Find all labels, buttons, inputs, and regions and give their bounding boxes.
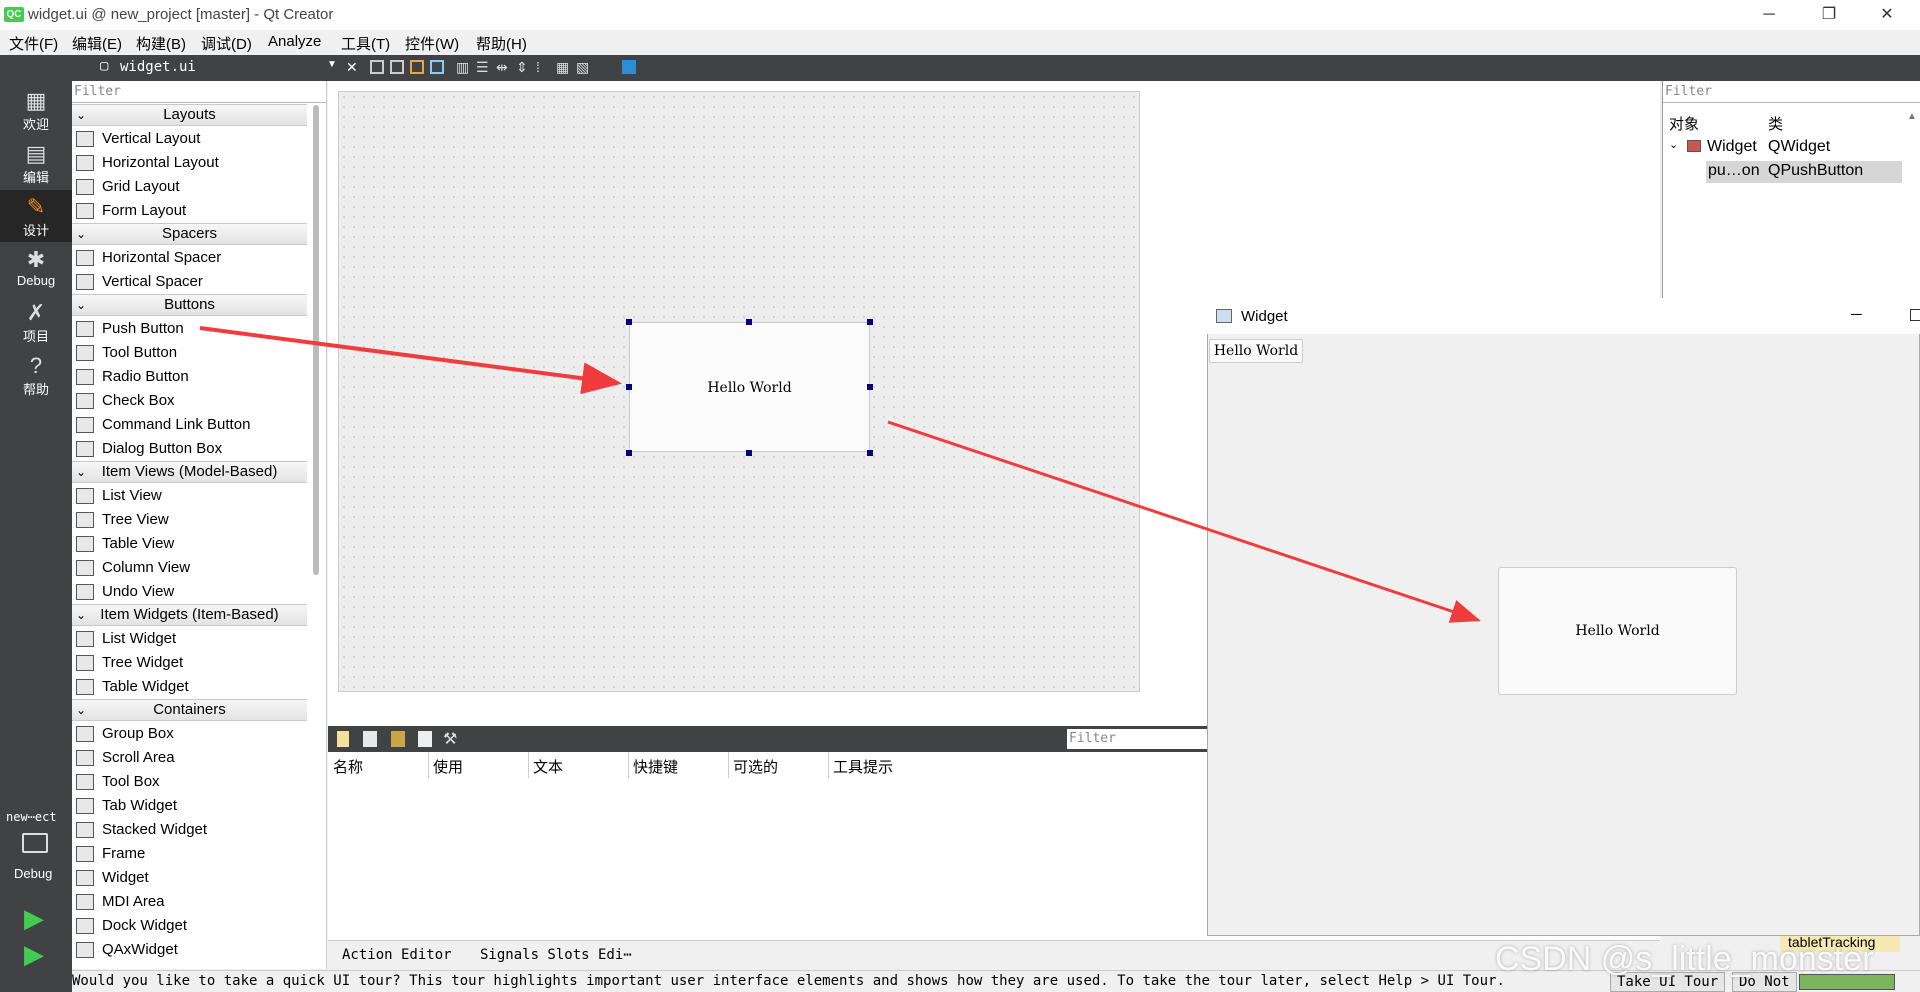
ui-tour-message: Would you like to take a quick UI tour? … bbox=[72, 973, 1505, 989]
annotation-arrow bbox=[887, 420, 1481, 623]
annotation-arrows bbox=[199, 326, 1481, 623]
annotation-arrow bbox=[199, 326, 622, 395]
watermark: CSDN @s_little_monster bbox=[1495, 940, 1874, 978]
